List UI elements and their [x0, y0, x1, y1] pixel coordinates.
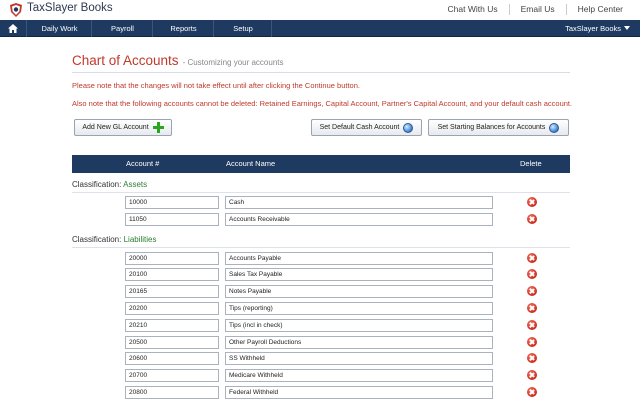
- classification-prefix: Classification:: [72, 235, 122, 244]
- nav-setup[interactable]: Setup: [215, 20, 272, 37]
- account-name-input[interactable]: Accounts Receivable: [225, 213, 493, 226]
- set-default-cash-button[interactable]: Set Default Cash Account: [311, 119, 422, 136]
- chat-with-us-link[interactable]: Chat With Us: [437, 4, 509, 15]
- classification-name: Assets: [123, 180, 148, 189]
- classification-liabilities: Classification: Liabilities: [72, 235, 157, 244]
- account-name-input[interactable]: Notes Payable: [225, 285, 493, 298]
- page-title-text: Chart of Accounts: [72, 53, 179, 68]
- delete-icon[interactable]: [527, 253, 537, 263]
- delete-icon[interactable]: [527, 387, 537, 397]
- set-default-cash-label: Set Default Cash Account: [319, 124, 400, 131]
- set-starting-balances-button[interactable]: Set Starting Balances for Accounts: [428, 119, 569, 136]
- help-center-link[interactable]: Help Center: [567, 4, 634, 15]
- account-number-input[interactable]: 20700: [125, 369, 219, 382]
- delete-icon[interactable]: [527, 286, 537, 296]
- note-undeletable: Also note that the following accounts ca…: [72, 99, 573, 108]
- account-number-input[interactable]: 10000: [125, 196, 219, 209]
- top-header: TaxSlayer Books Chat With Us Email Us He…: [0, 0, 640, 20]
- add-gl-account-button[interactable]: Add New GL Account: [74, 119, 172, 136]
- brand-name[interactable]: TaxSlayer Books: [27, 2, 113, 14]
- account-number-input[interactable]: 20800: [125, 386, 219, 399]
- note-continue: Please note that the changes will not ta…: [72, 81, 360, 90]
- nav-daily-work[interactable]: Daily Work: [28, 20, 92, 37]
- company-menu-label: TaxSlayer Books: [565, 24, 621, 33]
- account-number-input[interactable]: 20165: [125, 285, 219, 298]
- plus-icon: [152, 122, 164, 133]
- delete-icon[interactable]: [527, 303, 537, 313]
- company-menu[interactable]: TaxSlayer Books: [565, 20, 630, 37]
- account-name-input[interactable]: Cash: [225, 196, 493, 209]
- account-number-input[interactable]: 20100: [125, 268, 219, 281]
- globe-icon: [403, 122, 414, 133]
- account-number-input[interactable]: 20210: [125, 319, 219, 332]
- classification-name: Liabilities: [123, 235, 157, 244]
- account-number-input[interactable]: 20600: [125, 352, 219, 365]
- account-number-input[interactable]: 20200: [125, 302, 219, 315]
- page-title: Chart of Accounts - Customizing your acco…: [72, 53, 284, 68]
- account-number-input[interactable]: 20000: [125, 252, 219, 265]
- delete-icon[interactable]: [527, 353, 537, 363]
- col-account-number: Account #: [126, 159, 160, 168]
- account-name-input[interactable]: Tips (reporting): [225, 302, 493, 315]
- caret-down-icon: [624, 26, 630, 30]
- account-name-input[interactable]: Federal Withheld: [225, 386, 493, 399]
- main-nav: Daily Work Payroll Reports Setup TaxSlay…: [0, 20, 640, 37]
- home-icon: [8, 24, 18, 33]
- classification-divider: [72, 192, 570, 193]
- account-name-input[interactable]: Tips (incl in check): [225, 319, 493, 332]
- account-number-input[interactable]: 11050: [125, 213, 219, 226]
- classification-divider: [72, 247, 570, 248]
- delete-icon[interactable]: [527, 370, 537, 380]
- globe-icon: [549, 122, 560, 133]
- col-delete: Delete: [520, 159, 542, 168]
- classification-prefix: Classification:: [72, 180, 122, 189]
- account-name-input[interactable]: Sales Tax Payable: [225, 268, 493, 281]
- delete-icon[interactable]: [527, 269, 537, 279]
- email-us-link[interactable]: Email Us: [510, 4, 566, 15]
- taxslayer-logo-icon[interactable]: [9, 3, 23, 17]
- account-name-input[interactable]: SS Withheld: [225, 352, 493, 365]
- delete-icon[interactable]: [527, 320, 537, 330]
- delete-icon[interactable]: [527, 337, 537, 347]
- classification-assets: Classification: Assets: [72, 180, 147, 189]
- page-subtitle: - Customizing your accounts: [182, 58, 284, 67]
- account-number-input[interactable]: 20500: [125, 336, 219, 349]
- nav-home-button[interactable]: [0, 20, 27, 37]
- account-name-input[interactable]: Medicare Withheld: [225, 369, 493, 382]
- delete-icon[interactable]: [527, 197, 537, 207]
- nav-reports[interactable]: Reports: [154, 20, 214, 37]
- title-divider: [72, 72, 570, 73]
- nav-payroll[interactable]: Payroll: [93, 20, 153, 37]
- accounts-table-header: Account # Account Name Delete: [72, 155, 570, 173]
- set-starting-balances-label: Set Starting Balances for Accounts: [437, 124, 546, 131]
- top-links: Chat With Us Email Us Help Center: [437, 4, 634, 15]
- col-account-name: Account Name: [226, 159, 276, 168]
- add-gl-account-label: Add New GL Account: [82, 124, 149, 131]
- account-name-input[interactable]: Other Payroll Deductions: [225, 336, 493, 349]
- delete-icon[interactable]: [527, 214, 537, 224]
- account-name-input[interactable]: Accounts Payable: [225, 252, 493, 265]
